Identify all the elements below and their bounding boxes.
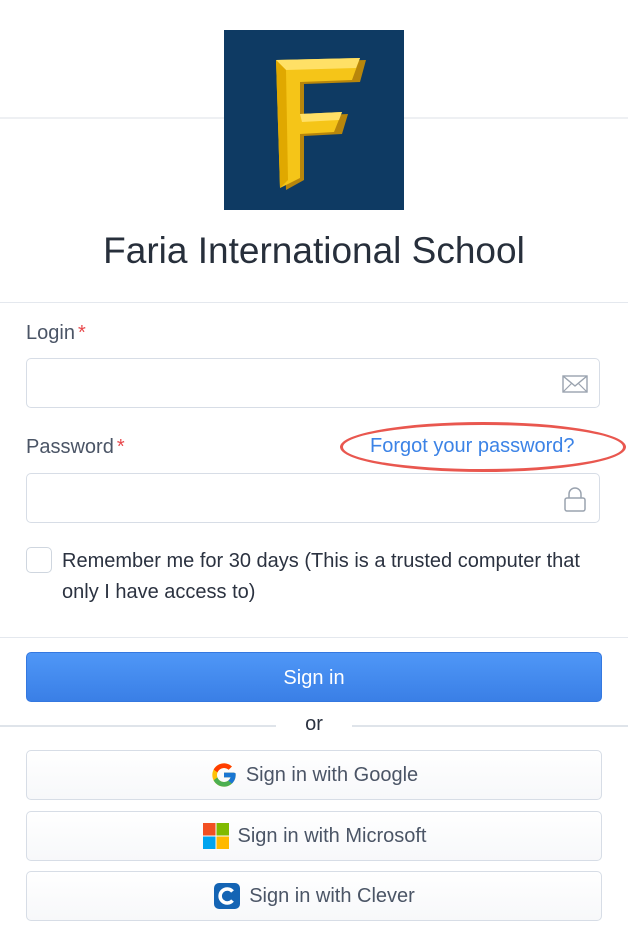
school-logo-f-icon [224, 30, 404, 210]
login-input[interactable] [27, 359, 575, 407]
sign-in-microsoft-button[interactable]: Sign in with Microsoft [26, 811, 602, 861]
sign-in-microsoft-label: Sign in with Microsoft [237, 824, 427, 847]
section-divider [0, 302, 628, 303]
remember-me-label[interactable]: Remember me for 30 days (This is a trust… [62, 546, 602, 608]
envelope-icon [562, 375, 588, 393]
login-label: Login * [26, 322, 86, 345]
login-label-text: Login [26, 322, 75, 344]
school-logo [224, 30, 404, 210]
sign-in-google-label: Sign in with Google [245, 763, 419, 786]
login-field[interactable] [26, 358, 600, 408]
clever-icon [214, 883, 241, 909]
section-divider [0, 637, 628, 638]
required-marker: * [77, 322, 86, 344]
sign-in-clever-label: Sign in with Clever [249, 884, 415, 907]
sign-in-clever-button[interactable]: Sign in with Clever [26, 871, 602, 921]
password-input[interactable] [27, 474, 575, 522]
password-field[interactable] [26, 473, 600, 523]
required-marker: * [116, 436, 125, 458]
password-label: Password * [26, 436, 125, 459]
forgot-password-link[interactable]: Forgot your password? [370, 435, 575, 458]
remember-me-checkbox[interactable] [26, 547, 52, 573]
school-name: Faria International School [103, 230, 525, 271]
or-separator: or [305, 713, 323, 735]
microsoft-icon [202, 823, 229, 849]
sign-in-button[interactable]: Sign in [26, 652, 602, 702]
sign-in-google-button[interactable]: Sign in with Google [26, 750, 602, 800]
login-page: Faria International School Login * Passwo… [0, 0, 628, 932]
password-label-text: Password [26, 436, 114, 458]
google-icon [212, 763, 236, 787]
lock-icon [564, 487, 586, 512]
forgot-password-highlight: Forgot your password? [340, 422, 626, 472]
